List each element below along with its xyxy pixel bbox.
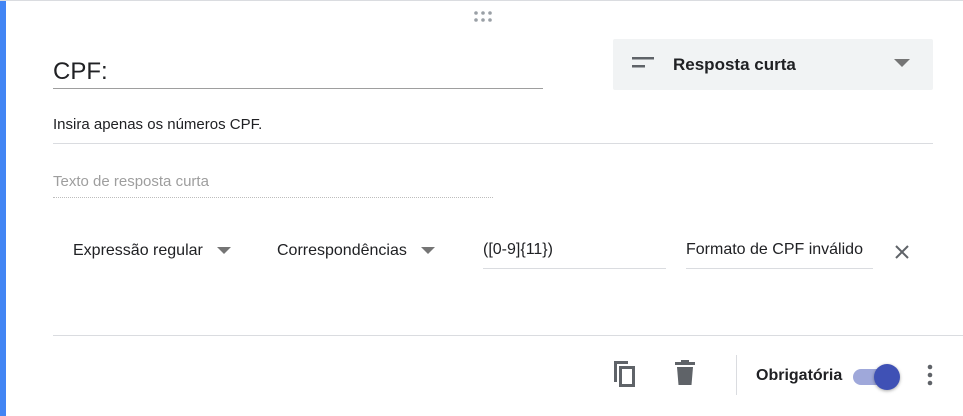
validation-condition-label: Correspondências [277, 242, 407, 259]
more-options-icon[interactable] [920, 363, 940, 389]
footer-divider [53, 335, 963, 336]
chevron-down-icon [216, 247, 231, 254]
custom-error-input[interactable]: Formato de CPF inválido [686, 231, 873, 269]
toggle-thumb [874, 364, 900, 390]
short-text-icon [632, 57, 654, 68]
close-icon[interactable] [893, 243, 911, 261]
question-description[interactable]: Insira apenas os números CPF. [53, 116, 933, 133]
required-toggle[interactable] [853, 363, 901, 391]
drag-handle-icon[interactable] [473, 11, 493, 23]
trash-icon[interactable] [674, 360, 696, 386]
question-type-dropdown[interactable]: Resposta curta [613, 39, 933, 90]
regex-pattern-input[interactable]: ([0-9]{11}) [483, 231, 666, 269]
required-label: Obrigatória [756, 367, 843, 384]
regex-pattern-value: ([0-9]{11}) [483, 240, 553, 258]
chevron-down-icon [894, 59, 910, 67]
duplicate-icon[interactable] [611, 358, 639, 388]
question-type-label: Resposta curta [673, 55, 796, 74]
description-underline [53, 143, 933, 144]
question-card[interactable]: Resposta curta Insira apenas os números … [0, 0, 963, 416]
validation-type-dropdown[interactable]: Expressão regular [73, 231, 231, 271]
short-answer-placeholder: Texto de resposta curta [53, 173, 493, 198]
question-title-input[interactable] [53, 49, 543, 89]
active-card-indicator [0, 1, 6, 416]
validation-type-label: Expressão regular [73, 242, 203, 259]
custom-error-value: Formato de CPF inválido [686, 240, 863, 258]
footer-vertical-separator [736, 355, 737, 395]
response-validation-row: Expressão regular Correspondências ([0-9… [0, 231, 963, 271]
chevron-down-icon [420, 247, 435, 254]
validation-condition-dropdown[interactable]: Correspondências [277, 231, 435, 271]
